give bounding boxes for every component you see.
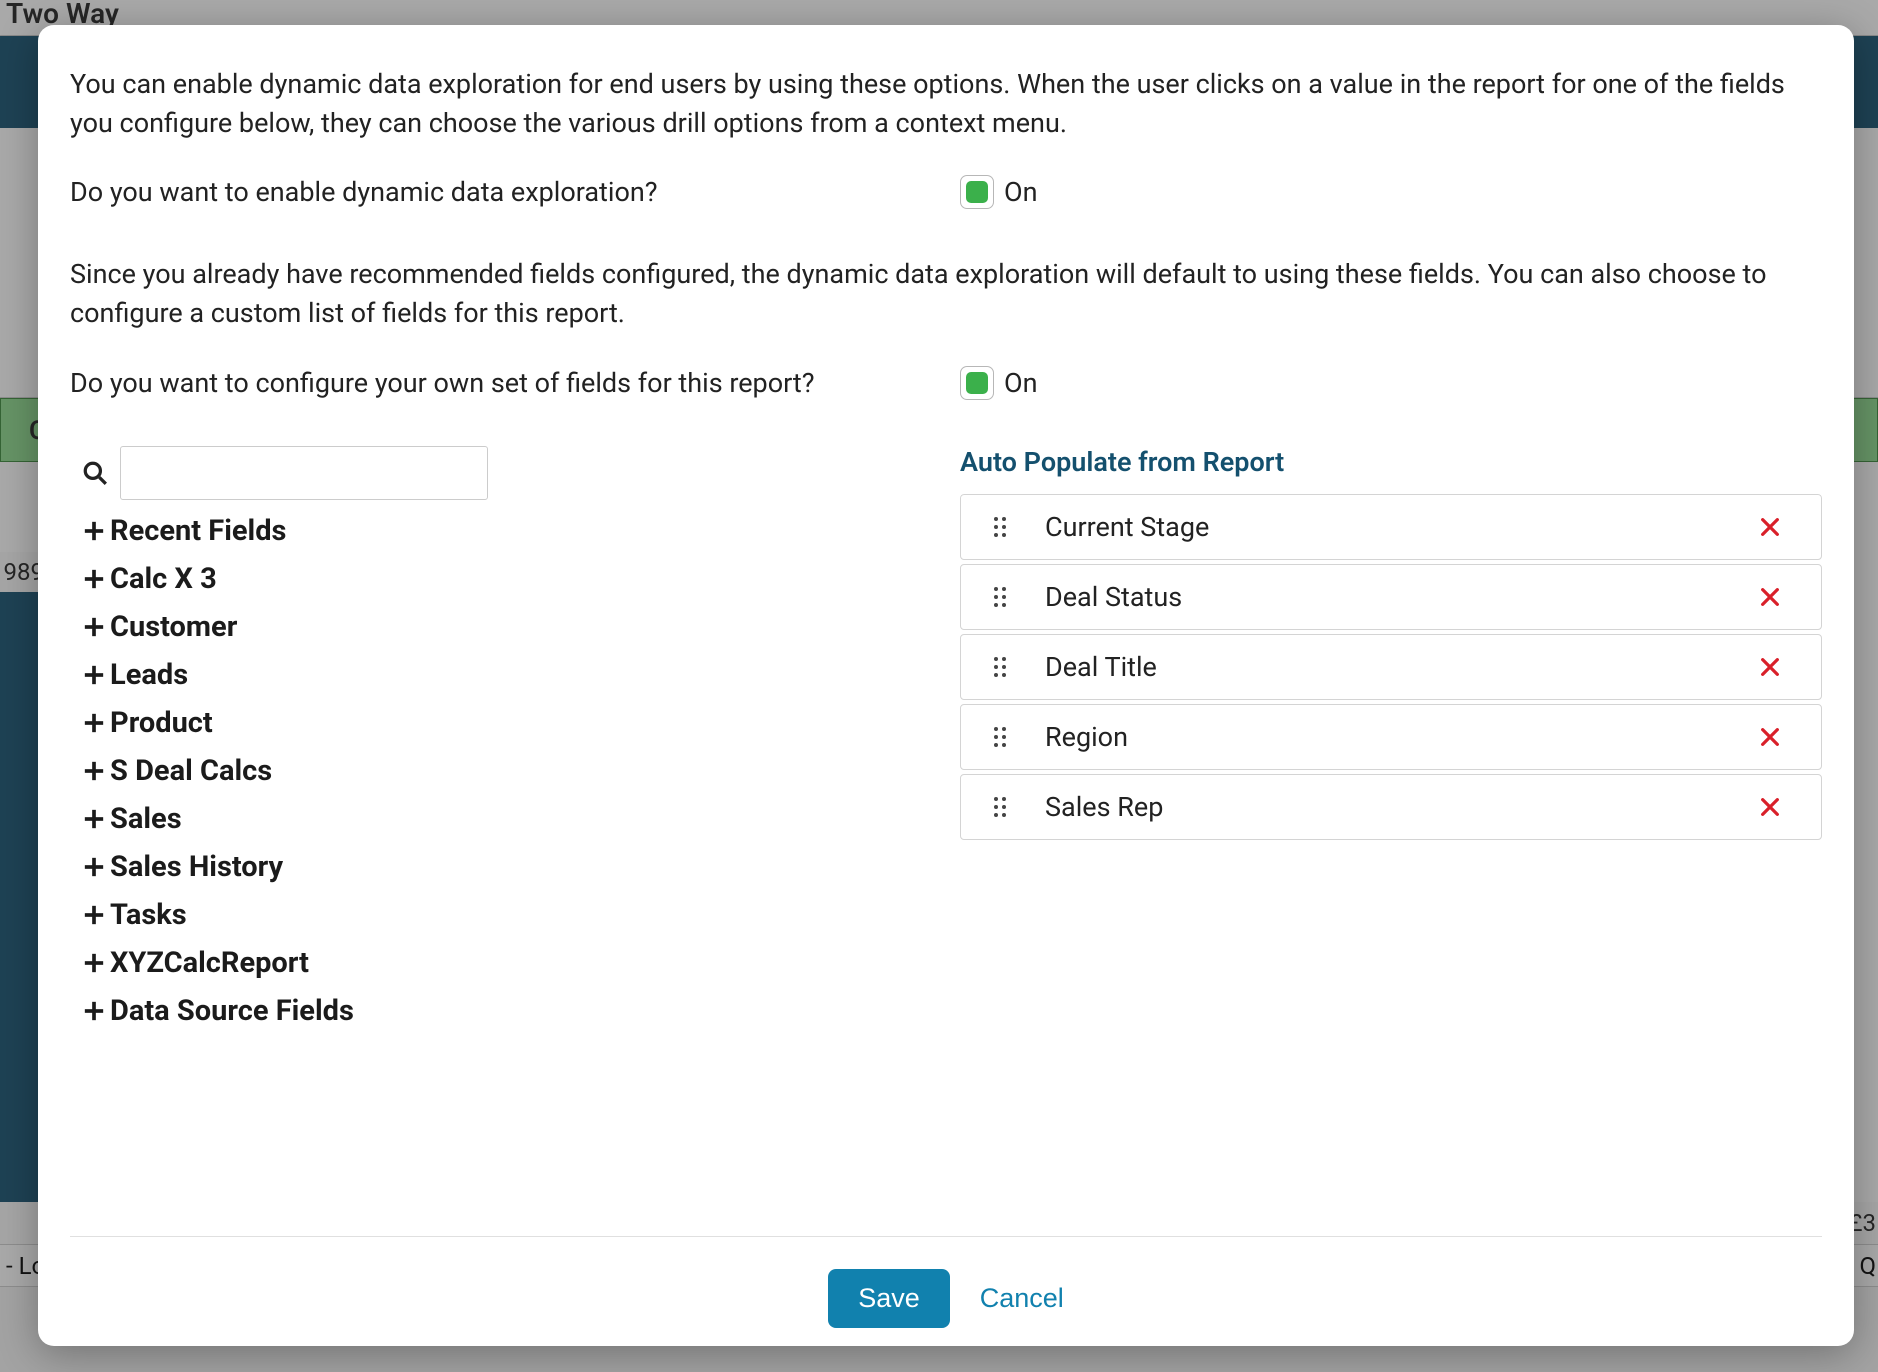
expand-icon[interactable]: [82, 664, 106, 686]
enable-exploration-toggle[interactable]: On: [960, 175, 1038, 209]
tree-item[interactable]: Recent Fields: [82, 514, 940, 548]
remove-field-button[interactable]: [1759, 796, 1799, 818]
tree-item[interactable]: S Deal Calcs: [82, 754, 940, 788]
tree-item-label: XYZCalcReport: [110, 946, 309, 980]
tree-item[interactable]: Data Source Fields: [82, 994, 940, 1028]
tree-item-label: Sales: [110, 802, 182, 836]
tree-item[interactable]: Tasks: [82, 898, 940, 932]
expand-icon[interactable]: [82, 760, 106, 782]
modal-body: You can enable dynamic data exploration …: [70, 65, 1822, 1188]
intro-text-2: Since you already have recommended field…: [70, 255, 1822, 333]
tree-item-label: Calc X 3: [110, 562, 217, 596]
selected-field-item: Deal Title: [960, 634, 1822, 700]
modal-footer: Save Cancel: [70, 1236, 1822, 1328]
expand-icon[interactable]: [82, 1000, 106, 1022]
tree-item-label: Recent Fields: [110, 514, 286, 548]
expand-icon[interactable]: [82, 568, 106, 590]
selected-field-label: Current Stage: [1045, 511, 1759, 543]
drag-handle-icon[interactable]: [989, 585, 1011, 609]
tree-item-label: Leads: [110, 658, 188, 692]
tree-item[interactable]: XYZCalcReport: [82, 946, 940, 980]
available-fields-column: Recent Fields Calc X 3 Customer Leads Produc…: [70, 446, 940, 1042]
enable-exploration-label: Do you want to enable dynamic data explo…: [70, 176, 960, 208]
selected-field-label: Deal Title: [1045, 651, 1759, 683]
tree-item[interactable]: Sales History: [82, 850, 940, 884]
expand-icon[interactable]: [82, 952, 106, 974]
field-columns: Recent Fields Calc X 3 Customer Leads Produc…: [70, 446, 1822, 1042]
drag-handle-icon[interactable]: [989, 655, 1011, 679]
tree-item[interactable]: Leads: [82, 658, 940, 692]
search-input[interactable]: [120, 446, 488, 500]
selected-field-item: Deal Status: [960, 564, 1822, 630]
tree-item[interactable]: Sales: [82, 802, 940, 836]
remove-field-button[interactable]: [1759, 586, 1799, 608]
own-fields-toggle[interactable]: On: [960, 366, 1038, 400]
drag-handle-icon[interactable]: [989, 725, 1011, 749]
expand-icon[interactable]: [82, 856, 106, 878]
save-button[interactable]: Save: [828, 1269, 950, 1328]
remove-field-button[interactable]: [1759, 516, 1799, 538]
tree-item-label: Tasks: [110, 898, 187, 932]
auto-populate-link[interactable]: Auto Populate from Report: [960, 446, 1822, 478]
expand-icon[interactable]: [82, 616, 106, 638]
selected-field-label: Region: [1045, 721, 1759, 753]
selected-field-item: Region: [960, 704, 1822, 770]
selected-field-item: Sales Rep: [960, 774, 1822, 840]
field-tree: Recent Fields Calc X 3 Customer Leads Produc…: [70, 514, 940, 1028]
dynamic-exploration-modal: You can enable dynamic data exploration …: [38, 25, 1854, 1346]
drag-handle-icon[interactable]: [989, 515, 1011, 539]
tree-item-label: Sales History: [110, 850, 283, 884]
remove-field-button[interactable]: [1759, 656, 1799, 678]
toggle-checkbox[interactable]: [960, 366, 994, 400]
tree-item[interactable]: Calc X 3: [82, 562, 940, 596]
expand-icon[interactable]: [82, 520, 106, 542]
cancel-button[interactable]: Cancel: [980, 1283, 1064, 1314]
toggle-state-label: On: [1004, 176, 1038, 208]
search-row: [70, 446, 940, 500]
tree-item[interactable]: Customer: [82, 610, 940, 644]
intro-text-1: You can enable dynamic data exploration …: [70, 65, 1822, 143]
tree-item-label: Data Source Fields: [110, 994, 354, 1028]
toggle-checkbox[interactable]: [960, 175, 994, 209]
selected-fields-list: Current Stage Deal Status Deal Title Region…: [960, 494, 1822, 844]
tree-item-label: S Deal Calcs: [110, 754, 272, 788]
selected-field-label: Deal Status: [1045, 581, 1759, 613]
remove-field-button[interactable]: [1759, 726, 1799, 748]
tree-item-label: Customer: [110, 610, 237, 644]
search-icon: [82, 460, 108, 486]
selected-fields-column: Auto Populate from Report Current Stage D…: [960, 446, 1822, 1042]
expand-icon[interactable]: [82, 904, 106, 926]
tree-item[interactable]: Product: [82, 706, 940, 740]
toggle-state-label: On: [1004, 367, 1038, 399]
own-fields-label: Do you want to configure your own set of…: [70, 367, 960, 399]
drag-handle-icon[interactable]: [989, 795, 1011, 819]
selected-field-label: Sales Rep: [1045, 791, 1759, 823]
own-fields-row: Do you want to configure your own set of…: [70, 366, 1822, 400]
tree-item-label: Product: [110, 706, 213, 740]
selected-field-item: Current Stage: [960, 494, 1822, 560]
enable-exploration-row: Do you want to enable dynamic data explo…: [70, 175, 1822, 209]
expand-icon[interactable]: [82, 808, 106, 830]
expand-icon[interactable]: [82, 712, 106, 734]
